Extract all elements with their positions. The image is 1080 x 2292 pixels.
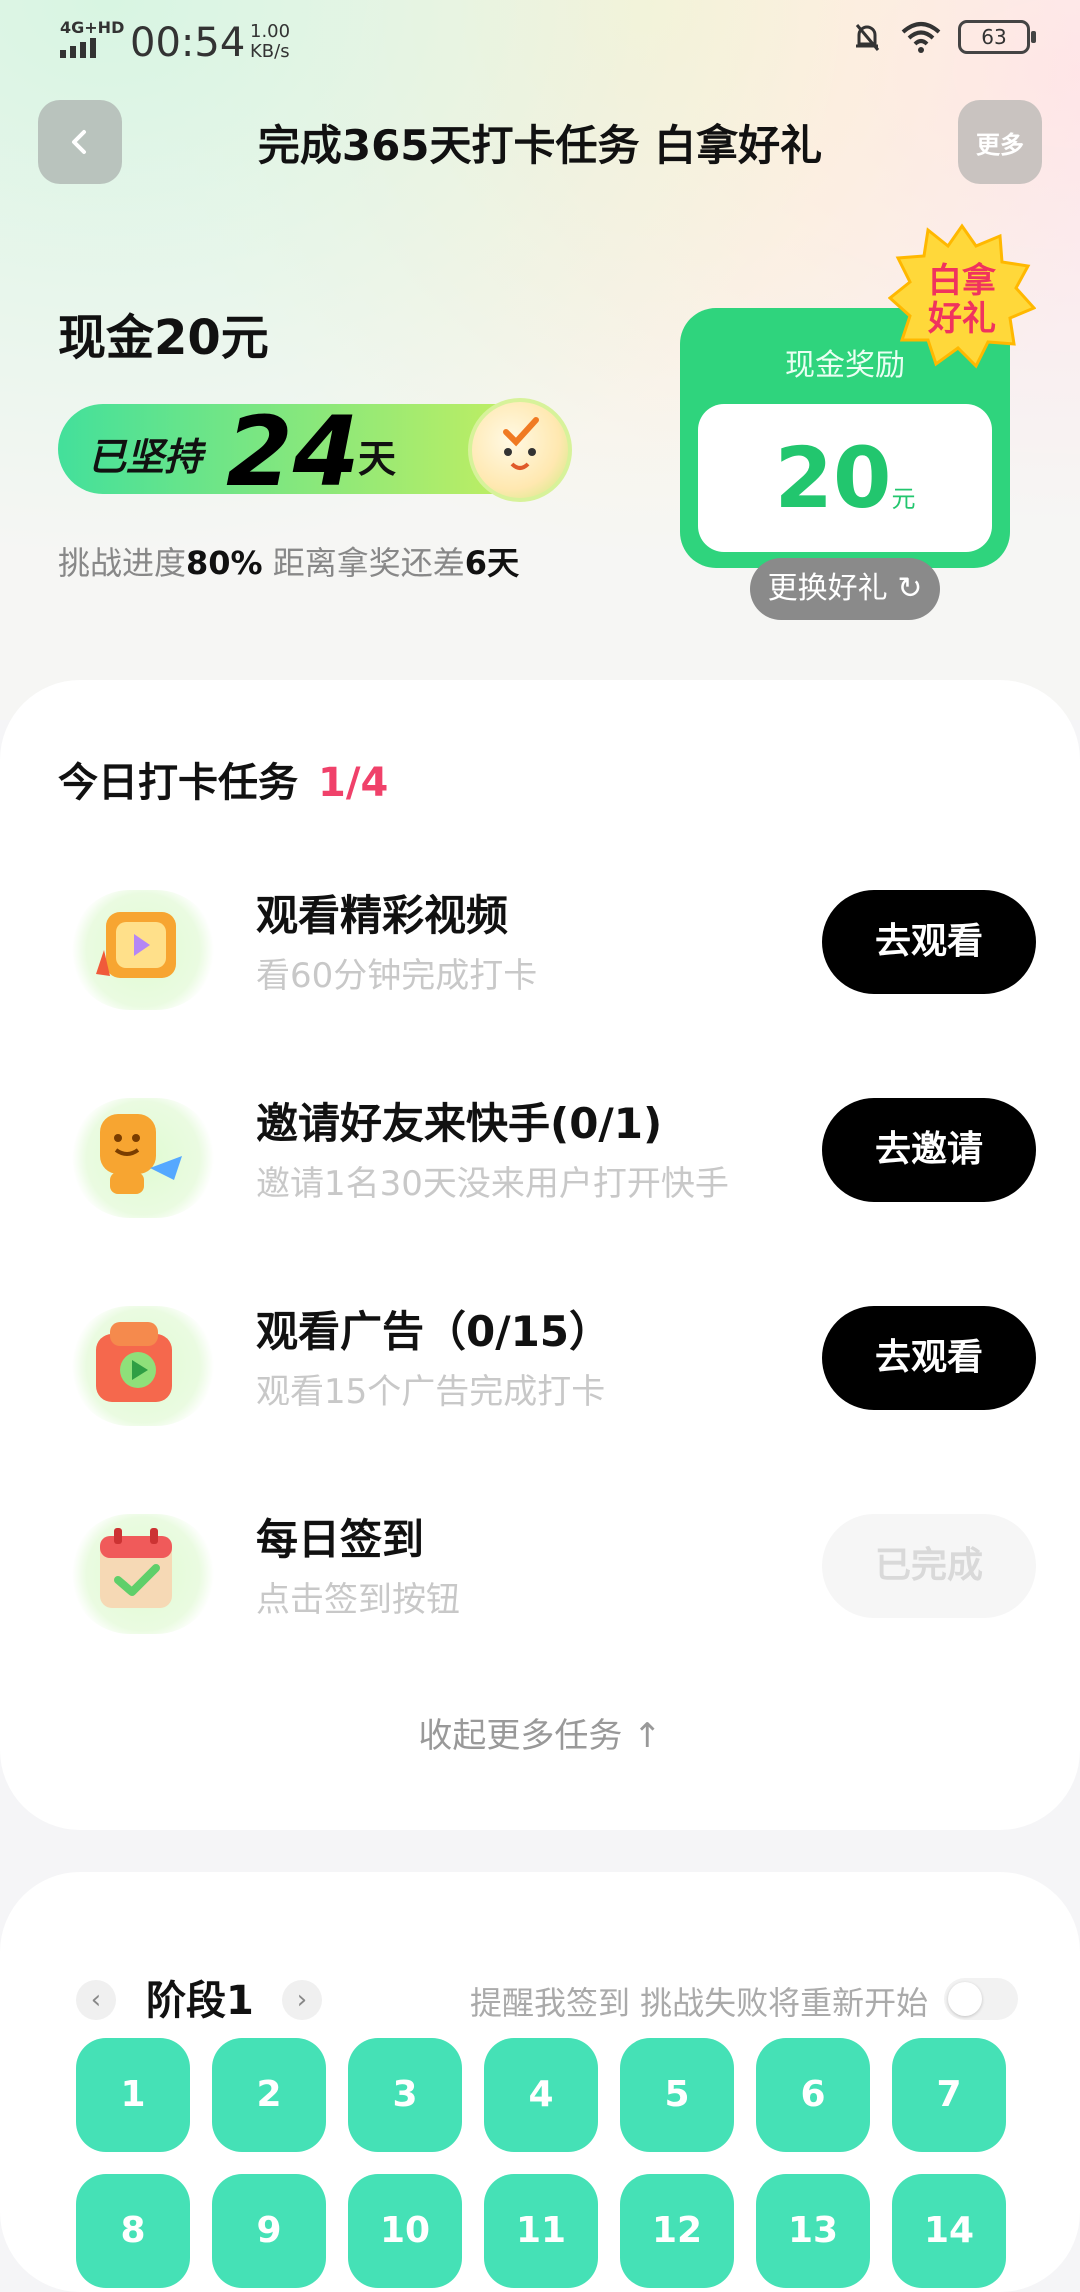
progress-label: 挑战进度	[58, 544, 187, 582]
task-item: 每日签到 点击签到按钮 已完成	[0, 1494, 1080, 1644]
free-gift-badge: 白拿 好礼	[888, 223, 1036, 369]
remain-label: 距离拿奖还差	[262, 544, 465, 582]
task-action-button[interactable]: 去观看	[822, 890, 1036, 994]
collapse-tasks-button[interactable]: 收起更多任务 ↑	[0, 1708, 1080, 1757]
prev-stage-button[interactable]: ‹	[76, 1980, 116, 2020]
day-cell[interactable]: 11	[484, 2174, 598, 2288]
task-desc: 邀请1名30天没来用户打开快手	[256, 1164, 729, 1204]
network-type: 4G+HD	[60, 18, 125, 37]
tasks-title: 今日打卡任务 1/4	[58, 750, 388, 808]
signal-icon	[60, 38, 96, 58]
task-item: 邀请好友来快手(0/1) 邀请1名30天没来用户打开快手 去邀请	[0, 1078, 1080, 1228]
cash-value: 20	[774, 429, 892, 527]
tasks-count: 1/4	[318, 760, 389, 806]
swap-gift-button[interactable]: 更换好礼 ↻	[750, 558, 940, 620]
progress-value: 80%	[186, 544, 263, 582]
status-bar: 4G+HD 00:54 1.00 KB/s 63	[0, 0, 1080, 90]
tasks-title-text: 今日打卡任务	[58, 760, 298, 806]
page-title: 完成365天打卡任务 白拿好礼	[257, 121, 823, 170]
calendar-check-icon	[70, 1514, 216, 1634]
streak-unit: 天	[358, 437, 397, 481]
status-icons: 63	[850, 20, 1036, 54]
day-cell[interactable]: 5	[620, 2038, 734, 2152]
cash-unit: 元	[891, 485, 916, 513]
bell-muted-icon	[855, 24, 880, 51]
mascot-icon	[468, 398, 572, 502]
day-cell[interactable]: 3	[348, 2038, 462, 2152]
remind-text: 提醒我签到 挑战失败将重新开始	[470, 1984, 929, 2022]
net-speed-value: 1.00	[250, 21, 291, 42]
day-cell[interactable]: 7	[892, 2038, 1006, 2152]
net-speed-unit: KB/s	[250, 41, 290, 62]
cash-reward-box: 20元	[698, 404, 992, 552]
task-done-button: 已完成	[822, 1514, 1036, 1618]
next-stage-button[interactable]: ›	[282, 1980, 322, 2020]
day-cell[interactable]: 13	[756, 2174, 870, 2288]
day-cell[interactable]: 12	[620, 2174, 734, 2288]
reward-title: 现金20元	[58, 310, 269, 366]
streak-prefix: 已坚持	[88, 435, 203, 479]
battery-indicator: 63	[958, 20, 1036, 54]
net-speed: 1.00 KB/s	[250, 22, 290, 62]
task-action-button[interactable]: 去邀请	[822, 1098, 1036, 1202]
task-name: 邀请好友来快手(0/1)	[256, 1099, 663, 1148]
task-desc: 点击签到按钮	[256, 1580, 460, 1620]
task-item: 观看广告（0/15） 观看15个广告完成打卡 去观看	[0, 1286, 1080, 1436]
clock: 00:54	[130, 20, 246, 66]
day-grid: 1 2 3 4 5 6 7 8 9 10 11 12 13 14	[76, 2038, 1016, 2288]
invite-friend-icon	[70, 1098, 216, 1218]
progress-text: 挑战进度80% 距离拿奖还差6天	[58, 538, 519, 584]
remain-value: 6天	[464, 544, 520, 582]
task-name: 每日签到	[256, 1515, 425, 1564]
task-desc: 观看15个广告完成打卡	[256, 1372, 606, 1412]
day-cell[interactable]: 9	[212, 2174, 326, 2288]
video-icon	[70, 890, 216, 1010]
task-action-button[interactable]: 去观看	[822, 1306, 1036, 1410]
more-button[interactable]: 更多	[958, 100, 1042, 184]
remind-toggle[interactable]	[944, 1978, 1018, 2020]
day-cell[interactable]: 10	[348, 2174, 462, 2288]
stage-card: ‹ 阶段1 › 提醒我签到 挑战失败将重新开始 1 2 3 4 5 6 7 8 …	[0, 1872, 1080, 2292]
day-cell[interactable]: 8	[76, 2174, 190, 2288]
task-item: 观看精彩视频 看60分钟完成打卡 去观看	[0, 870, 1080, 1020]
day-cell[interactable]: 1	[76, 2038, 190, 2152]
badge-line1: 白拿	[928, 261, 997, 301]
day-cell[interactable]: 6	[756, 2038, 870, 2152]
stage-name: 阶段1	[146, 1978, 254, 2024]
streak-days: 24	[226, 396, 360, 508]
wifi-icon	[901, 22, 941, 53]
day-cell[interactable]: 4	[484, 2038, 598, 2152]
ad-icon	[70, 1306, 216, 1426]
daily-tasks-card: 今日打卡任务 1/4 观看精彩视频 看60分钟完成打卡 去观看 邀请好友来快手(0…	[0, 680, 1080, 1830]
task-desc: 看60分钟完成打卡	[256, 956, 538, 996]
badge-line2: 好礼	[927, 299, 996, 339]
streak-banner: 已坚持 24 天	[58, 396, 572, 508]
task-name: 观看精彩视频	[256, 891, 509, 940]
day-cell[interactable]: 14	[892, 2174, 1006, 2288]
day-cell[interactable]: 2	[212, 2038, 326, 2152]
task-name: 观看广告（0/15）	[256, 1307, 612, 1356]
